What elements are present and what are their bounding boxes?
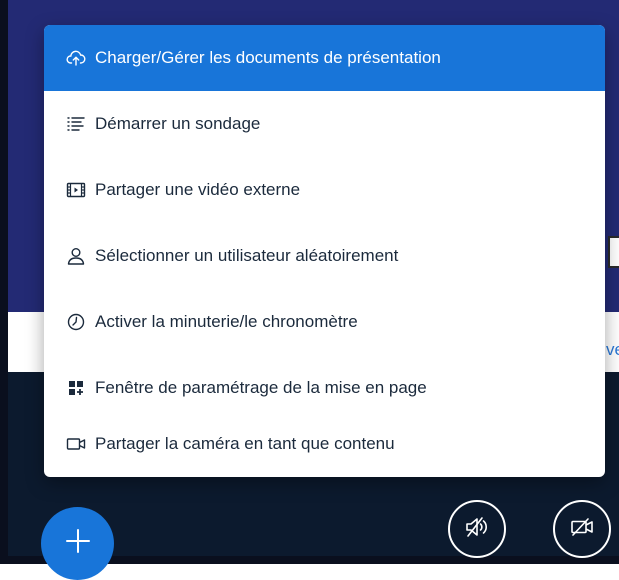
menu-item-label: Démarrer un sondage — [95, 114, 261, 133]
menu-item-label: Charger/Gérer les documents de présentat… — [95, 48, 441, 67]
menu-item-label: Fenêtre de paramétrage de la mise en pag… — [95, 378, 427, 397]
clock-icon — [66, 312, 86, 332]
plus-icon — [65, 528, 91, 559]
menu-item-label: Activer la minuterie/le chronomètre — [95, 312, 358, 331]
menu-item-label: Sélectionner un utilisateur aléatoiremen… — [95, 246, 399, 265]
partial-link-text: ve — [606, 340, 619, 359]
actions-dropdown-menu: Charger/Gérer les documents de présentat… — [44, 25, 605, 477]
menu-item-upload-presentation[interactable]: Charger/Gérer les documents de présentat… — [44, 25, 605, 91]
layout-icon — [66, 378, 86, 398]
menu-item-label: Partager la caméra en tant que contenu — [95, 434, 395, 453]
menu-item-share-camera-as-content[interactable]: Partager la caméra en tant que contenu — [44, 411, 605, 477]
menu-item-activate-timer[interactable]: Activer la minuterie/le chronomètre — [44, 289, 605, 355]
menu-item-start-poll[interactable]: Démarrer un sondage — [44, 91, 605, 157]
left-edge — [0, 0, 8, 564]
mute-audio-button[interactable] — [448, 500, 506, 558]
user-icon — [66, 246, 86, 266]
camera-off-icon — [568, 513, 596, 546]
actions-button[interactable] — [41, 507, 114, 580]
speaker-muted-icon — [463, 513, 491, 546]
poll-icon — [66, 114, 86, 134]
cloud-upload-icon — [66, 48, 86, 68]
menu-item-select-random-user[interactable]: Sélectionner un utilisateur aléatoiremen… — [44, 223, 605, 289]
menu-item-label: Partager une vidéo externe — [95, 180, 301, 199]
menu-item-share-external-video[interactable]: Partager une vidéo externe — [44, 157, 605, 223]
video-icon — [66, 180, 86, 200]
toggle-video-button[interactable] — [553, 500, 611, 558]
camera-icon — [66, 434, 86, 454]
partial-input-box — [608, 236, 619, 268]
